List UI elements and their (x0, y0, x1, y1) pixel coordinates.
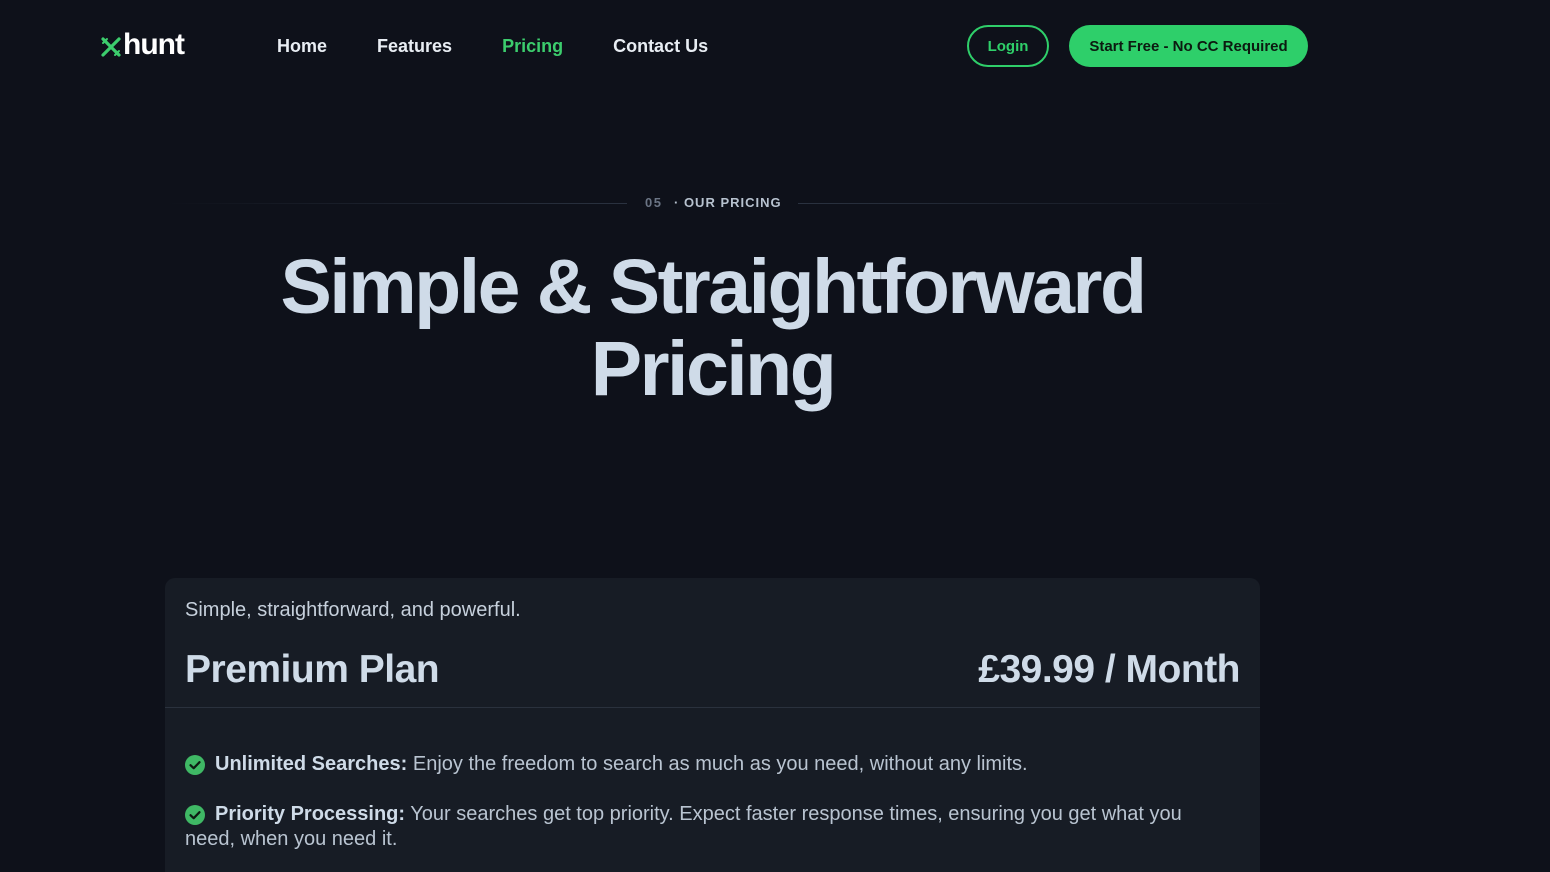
section-title: · OUR PRICING (674, 195, 782, 210)
nav-contact-us[interactable]: Contact Us (613, 34, 708, 58)
card-divider (165, 707, 1260, 708)
plan-name: Premium Plan (185, 648, 440, 691)
pricing-card: Simple, straightforward, and powerful. P… (165, 578, 1260, 872)
page-headline: Simple & Straightforward Pricing (165, 246, 1260, 410)
section-divider-left (165, 203, 627, 204)
feature-description: Enjoy the freedom to search as much as y… (412, 753, 1028, 775)
plan-tagline: Simple, straightforward, and powerful. (185, 599, 521, 621)
logo-text: hunt (123, 28, 185, 61)
section-divider-right (798, 203, 1295, 204)
nav-features[interactable]: Features (377, 34, 452, 58)
check-circle-icon (185, 805, 205, 825)
headline-line-2: Pricing (590, 326, 837, 412)
login-button[interactable]: Login (967, 25, 1049, 67)
nav-pricing[interactable]: Pricing (502, 34, 563, 58)
feature-title: Unlimited Searches: (215, 753, 408, 775)
feature-item: Unlimited Searches: Enjoy the freedom to… (185, 752, 1225, 777)
main-nav: Home Features Pricing Contact Us (277, 34, 758, 58)
nav-home[interactable]: Home (277, 34, 327, 58)
pricing-page: hunt Home Features Pricing Contact Us Lo… (0, 0, 1550, 872)
headline-line-1: Simple & Straightforward (280, 244, 1147, 330)
feature-item: Priority Processing: Your searches get t… (185, 802, 1225, 852)
check-circle-icon (185, 755, 205, 775)
x-logo-icon (101, 37, 121, 57)
section-label: 05 · OUR PRICING (165, 194, 1295, 214)
feature-title: Priority Processing: (215, 803, 406, 825)
brand-logo[interactable]: hunt (100, 28, 185, 62)
plan-price: £39.99 / Month (978, 648, 1240, 691)
start-free-button[interactable]: Start Free - No CC Required (1069, 25, 1308, 67)
feature-list: Unlimited Searches: Enjoy the freedom to… (185, 752, 1225, 872)
section-number: 05 (645, 195, 663, 210)
